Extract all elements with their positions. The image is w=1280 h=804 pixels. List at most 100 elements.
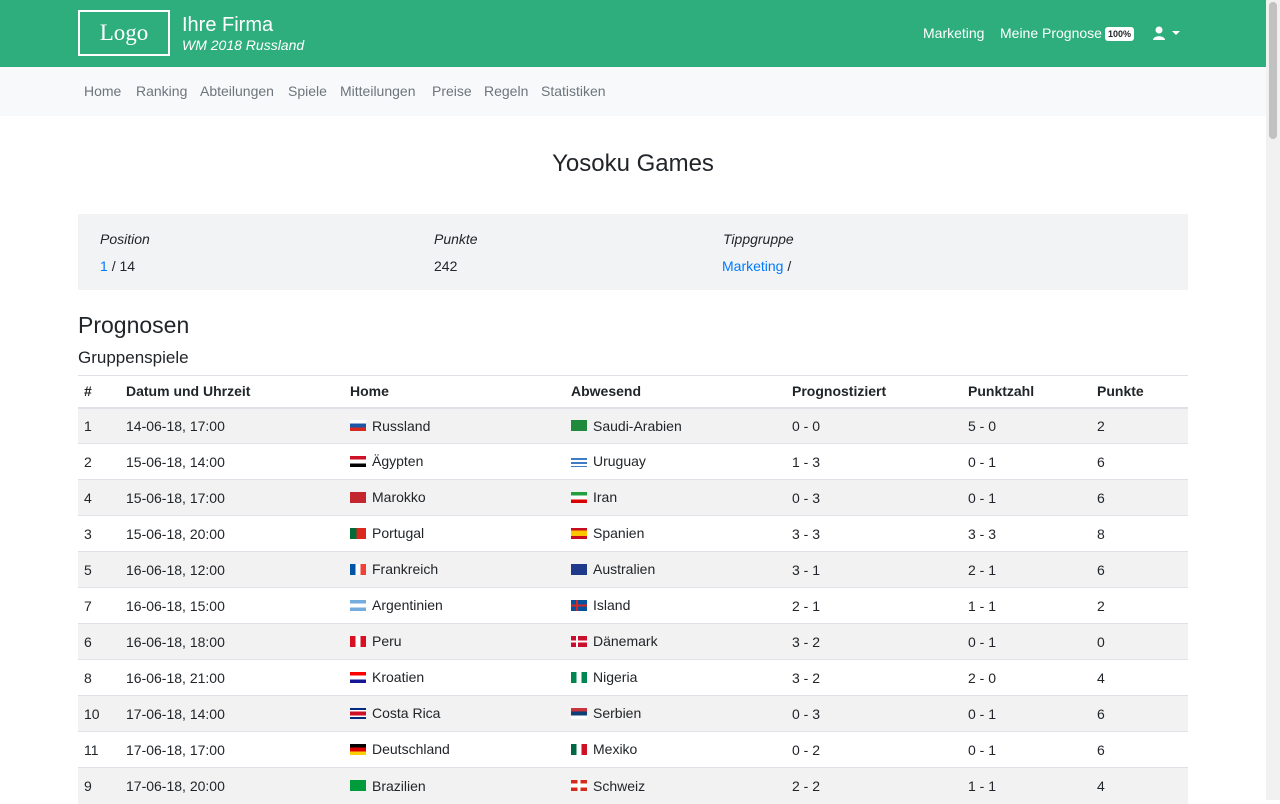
predicted-score: 3 - 2: [786, 659, 962, 696]
page-scrollbar[interactable]: [1266, 0, 1280, 800]
punkte-value: 242: [434, 258, 458, 274]
home-team-cell: Peru: [344, 623, 565, 660]
away-team-cell-team[interactable]: Island: [571, 597, 630, 613]
away-team-cell-team[interactable]: Mexiko: [571, 741, 637, 757]
nav-marketing-link[interactable]: Marketing: [923, 25, 984, 41]
home-team-cell-team[interactable]: Marokko: [350, 489, 426, 505]
subnav-item-preise[interactable]: Preise: [432, 83, 472, 99]
peru-flag-icon: [350, 635, 366, 647]
actual-score: 3 - 3: [962, 515, 1091, 552]
actual-score: 0 - 1: [962, 731, 1091, 768]
match-datetime: 15-06-18, 20:00: [120, 515, 344, 552]
predicted-score: 2 - 2: [786, 767, 962, 804]
home-team-cell-team[interactable]: Argentinien: [350, 597, 443, 613]
away-team-cell-label: Saudi-Arabien: [593, 417, 682, 434]
table-row: 2 15-06-18, 14:00 Ägypten Uruguay 1 - 30 - 1…: [78, 443, 1188, 480]
brazil-flag-icon: [350, 780, 366, 791]
home-team-cell: Portugal: [344, 515, 565, 552]
table-row: 1 14-06-18, 17:00 Russland Saudi-Arabien 0 -…: [78, 407, 1188, 444]
column-header-number[interactable]: #: [78, 375, 120, 409]
home-team-cell-label: Kroatien: [372, 669, 425, 686]
column-header-prognostiziert[interactable]: Prognostiziert: [786, 375, 962, 409]
subnav-item-mitteilungen[interactable]: Mitteilungen: [340, 83, 416, 99]
home-team-cell-team[interactable]: Ägypten: [350, 453, 423, 469]
scrollbar-thumb[interactable]: [1269, 2, 1277, 139]
match-datetime: 17-06-18, 14:00: [120, 695, 344, 732]
away-team-cell: Uruguay: [565, 443, 786, 480]
match-datetime: 17-06-18, 20:00: [120, 767, 344, 804]
predicted-score: 2 - 1: [786, 587, 962, 624]
home-team-cell-team[interactable]: Brazilien: [350, 778, 426, 794]
position-value: 1 / 14: [100, 258, 135, 274]
match-number: 5: [78, 551, 120, 588]
tippgruppe-value: Marketing /: [722, 258, 791, 274]
away-team-cell-team[interactable]: Serbien: [571, 705, 641, 721]
mexico-flag-icon: [571, 743, 587, 755]
subnav-item-abteilungen[interactable]: Abteilungen: [200, 83, 274, 99]
home-team-cell-team[interactable]: Costa Rica: [350, 705, 440, 721]
home-team-cell-team[interactable]: Frankreich: [350, 561, 438, 577]
points-earned: 8: [1091, 515, 1188, 552]
away-team-cell-team[interactable]: Schweiz: [571, 778, 645, 794]
away-team-cell-team[interactable]: Iran: [571, 489, 617, 505]
home-team-cell: Russland: [344, 407, 565, 444]
table-row: 7 16-06-18, 15:00 Argentinien Island 2 - 11 …: [78, 587, 1188, 624]
match-number: 6: [78, 623, 120, 660]
subnav-item-statistiken[interactable]: Statistiken: [541, 83, 606, 99]
australia-flag-icon: [571, 563, 587, 575]
column-header-punktzahl[interactable]: Punktzahl: [962, 375, 1091, 409]
portugal-flag-icon: [350, 527, 366, 539]
tournament-name: WM 2018 Russland: [182, 37, 305, 53]
tippgruppe-marketing-link[interactable]: Marketing: [722, 258, 783, 274]
match-number: 4: [78, 479, 120, 516]
user-menu-dropdown[interactable]: [1152, 25, 1182, 43]
table-row: 3 15-06-18, 20:00 Portugal Spanien 3 - 33 - …: [78, 515, 1188, 552]
away-team-cell-label: Serbien: [593, 705, 642, 722]
predicted-score: 3 - 3: [786, 515, 962, 552]
table-row: 6 16-06-18, 18:00 Peru Dänemark 3 - 20 - 10: [78, 623, 1188, 660]
away-team-cell-team[interactable]: Uruguay: [571, 453, 646, 469]
match-datetime: 16-06-18, 21:00: [120, 659, 344, 696]
top-header: Logo Ihre Firma WM 2018 Russland Marketi…: [0, 0, 1266, 67]
position-rank-link[interactable]: 1: [100, 258, 108, 274]
away-team-cell-label: Schweiz: [593, 777, 646, 794]
home-team-cell: Frankreich: [344, 551, 565, 588]
home-team-cell-team[interactable]: Peru: [350, 633, 402, 649]
home-team-cell: Costa Rica: [344, 695, 565, 732]
column-header-punkte[interactable]: Punkte: [1091, 375, 1188, 409]
subnav-item-home[interactable]: Home: [84, 83, 121, 99]
away-team-cell-team[interactable]: Australien: [571, 561, 655, 577]
company-logo[interactable]: Logo: [78, 10, 170, 56]
saudi-arabia-flag-icon: [571, 420, 587, 431]
subnav-item-spiele[interactable]: Spiele: [288, 83, 327, 99]
away-team-cell-label: Uruguay: [593, 453, 646, 470]
away-team-cell-team[interactable]: Nigeria: [571, 669, 637, 685]
subnav-item-ranking[interactable]: Ranking: [136, 83, 187, 99]
points-earned: 6: [1091, 695, 1188, 732]
nav-meine-prognose-link[interactable]: Meine Prognose 100%: [1000, 25, 1134, 42]
column-header-abwesend[interactable]: Abwesend: [565, 375, 786, 409]
home-team-cell-team[interactable]: Russland: [350, 418, 430, 434]
denmark-flag-icon: [571, 635, 587, 647]
away-team-cell-team[interactable]: Dänemark: [571, 633, 658, 649]
home-team-cell-team[interactable]: Portugal: [350, 525, 424, 541]
away-team-cell-team[interactable]: Spanien: [571, 525, 644, 541]
subnav-item-regeln[interactable]: Regeln: [484, 83, 528, 99]
points-earned: 4: [1091, 659, 1188, 696]
position-total: / 14: [111, 258, 136, 274]
home-team-cell-team[interactable]: Kroatien: [350, 669, 424, 685]
home-team-cell-label: Marokko: [372, 489, 426, 506]
tippgruppe-label: Tippgruppe: [723, 231, 794, 247]
away-team-cell: Mexiko: [565, 731, 786, 768]
away-team-cell-team[interactable]: Saudi-Arabien: [571, 418, 682, 434]
home-team-cell: Brazilien: [344, 767, 565, 804]
points-earned: 4: [1091, 767, 1188, 804]
punkte-label: Punkte: [434, 231, 478, 247]
morocco-flag-icon: [350, 491, 366, 503]
actual-score: 2 - 1: [962, 551, 1091, 588]
home-team-cell-team[interactable]: Deutschland: [350, 741, 450, 757]
column-header-home[interactable]: Home: [344, 375, 565, 409]
home-team-cell-label: Russland: [372, 417, 431, 434]
predicted-score: 0 - 2: [786, 731, 962, 768]
column-header-datum[interactable]: Datum und Uhrzeit: [120, 375, 344, 409]
